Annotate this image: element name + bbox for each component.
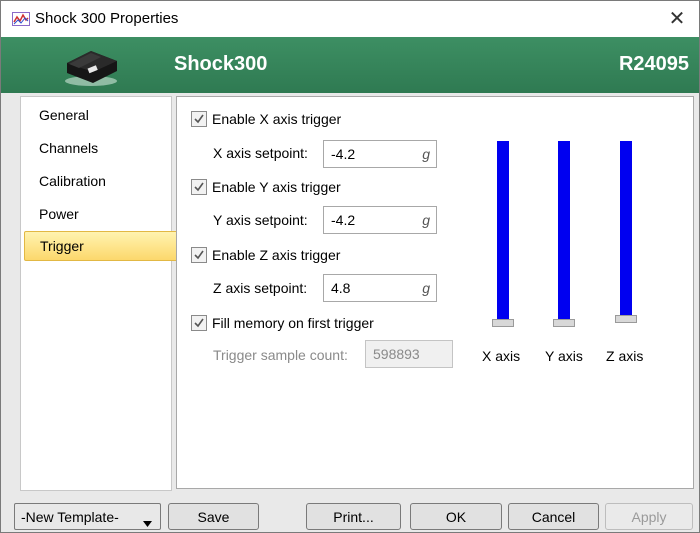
- x-setpoint-value: -4.2: [331, 146, 356, 162]
- device-name: Shock300: [174, 53, 268, 75]
- y-axis-label: Y axis: [545, 348, 583, 364]
- device-image-icon: [61, 41, 121, 89]
- z-setpoint-value: 4.8: [331, 280, 351, 296]
- z-axis-label: Z axis: [606, 348, 644, 364]
- sidebar-item-trigger[interactable]: Trigger: [24, 231, 181, 261]
- sidebar-item-label: Channels: [39, 140, 99, 156]
- ok-button[interactable]: OK: [410, 503, 502, 530]
- enable-x-trigger-label: Enable X axis trigger: [212, 111, 342, 127]
- checkbox-box[interactable]: [191, 247, 207, 263]
- enable-x-trigger-checkbox[interactable]: Enable X axis trigger: [191, 109, 411, 129]
- sidebar-item-label: Power: [39, 206, 79, 222]
- y-axis-bar-base: [553, 319, 575, 327]
- device-header: Shock300 R24095: [1, 37, 699, 93]
- enable-z-trigger-label: Enable Z axis trigger: [212, 247, 341, 263]
- z-axis-bar-base: [615, 315, 637, 323]
- y-setpoint-value: -4.2: [331, 212, 356, 228]
- sidebar-item-label: Calibration: [39, 173, 106, 189]
- trigger-panel: Enable X axis trigger X axis setpoint: -…: [176, 96, 694, 489]
- sample-count-input[interactable]: 598893: [365, 340, 453, 368]
- z-setpoint-unit: g: [422, 280, 430, 296]
- template-select[interactable]: -New Template-: [14, 503, 161, 530]
- sidebar-item-label: Trigger: [40, 238, 84, 254]
- x-axis-bar-base: [492, 319, 514, 327]
- fill-memory-label: Fill memory on first trigger: [212, 315, 374, 331]
- checkbox-box[interactable]: [191, 315, 207, 331]
- x-setpoint-input[interactable]: -4.2 g: [323, 140, 437, 168]
- device-serial: R24095: [618, 53, 689, 75]
- y-axis-bar: [558, 141, 570, 321]
- z-setpoint-input[interactable]: 4.8 g: [323, 274, 437, 302]
- y-setpoint-unit: g: [422, 212, 430, 228]
- z-axis-bar: [620, 141, 632, 317]
- x-setpoint-label: X axis setpoint:: [213, 145, 308, 161]
- chevron-down-icon: [143, 514, 152, 530]
- x-axis-bar: [497, 141, 509, 321]
- apply-button[interactable]: Apply: [605, 503, 693, 530]
- cancel-button[interactable]: Cancel: [508, 503, 599, 530]
- properties-window: Shock 300 Properties ✕ Shock300 R24095 G…: [0, 0, 700, 533]
- sidebar-item-label: General: [39, 107, 89, 123]
- sample-count-label: Trigger sample count:: [213, 347, 348, 363]
- close-icon[interactable]: ✕: [655, 1, 699, 37]
- save-button[interactable]: Save: [168, 503, 259, 530]
- title-bar: Shock 300 Properties ✕: [1, 1, 699, 37]
- y-setpoint-label: Y axis setpoint:: [213, 212, 308, 228]
- enable-z-trigger-checkbox[interactable]: Enable Z axis trigger: [191, 245, 411, 265]
- enable-y-trigger-label: Enable Y axis trigger: [212, 179, 341, 195]
- sidebar-item-power[interactable]: Power: [24, 199, 179, 229]
- enable-y-trigger-checkbox[interactable]: Enable Y axis trigger: [191, 177, 411, 197]
- z-setpoint-label: Z axis setpoint:: [213, 280, 308, 296]
- x-setpoint-unit: g: [422, 146, 430, 162]
- window-title: Shock 300 Properties: [35, 10, 179, 27]
- sidebar-item-general[interactable]: General: [24, 100, 179, 130]
- x-axis-label: X axis: [482, 348, 521, 364]
- sidebar-item-channels[interactable]: Channels: [24, 133, 179, 163]
- app-chart-icon: [12, 12, 30, 26]
- sample-count-value: 598893: [373, 346, 420, 362]
- checkbox-box[interactable]: [191, 179, 207, 195]
- sidebar-nav: General Channels Calibration Power Trigg…: [20, 96, 181, 491]
- template-select-value: -New Template-: [21, 509, 119, 525]
- y-setpoint-input[interactable]: -4.2 g: [323, 206, 437, 234]
- sidebar-item-calibration[interactable]: Calibration: [24, 166, 179, 196]
- print-button[interactable]: Print...: [306, 503, 401, 530]
- checkbox-box[interactable]: [191, 111, 207, 127]
- fill-memory-checkbox[interactable]: Fill memory on first trigger: [191, 313, 431, 333]
